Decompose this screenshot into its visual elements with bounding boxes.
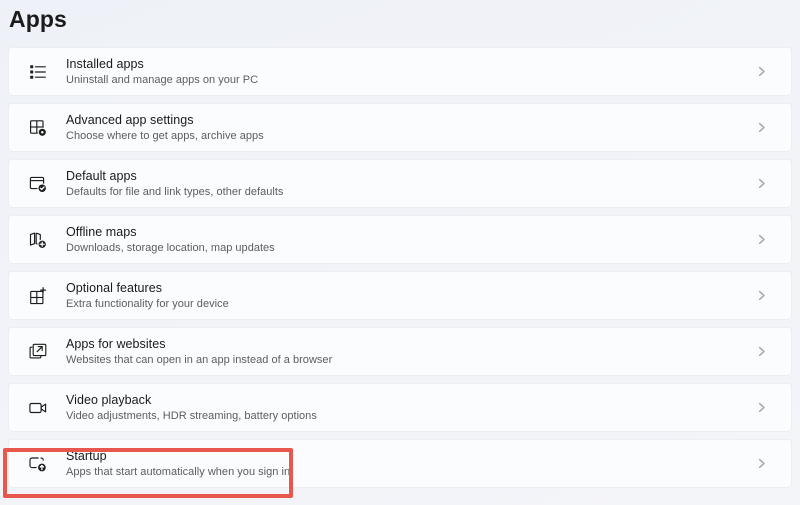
settings-card-list: Installed apps Uninstall and manage apps… — [8, 47, 792, 495]
settings-row-subtitle: Extra functionality for your device — [66, 297, 229, 310]
chevron-right-icon[interactable] — [748, 395, 774, 421]
settings-row-text: Default apps Defaults for file and link … — [66, 169, 748, 199]
settings-row-title: Startup — [66, 448, 107, 463]
settings-row-subtitle: Video adjustments, HDR streaming, batter… — [66, 409, 317, 422]
apps-for-websites-icon — [23, 337, 53, 367]
settings-row-text: Startup Apps that start automatically wh… — [66, 449, 748, 479]
settings-row-title: Advanced app settings — [66, 112, 194, 127]
settings-row-startup[interactable]: Startup Apps that start automatically wh… — [8, 439, 792, 488]
page-title: Apps — [9, 6, 67, 32]
settings-row-video-playback[interactable]: Video playback Video adjustments, HDR st… — [8, 383, 792, 432]
chevron-right-icon[interactable] — [748, 115, 774, 141]
settings-row-title: Offline maps — [66, 224, 137, 239]
settings-row-text: Apps for websites Websites that can open… — [66, 337, 748, 367]
settings-row-subtitle: Choose where to get apps, archive apps — [66, 129, 264, 142]
offline-maps-icon — [23, 225, 53, 255]
video-playback-icon — [23, 393, 53, 423]
chevron-right-icon[interactable] — [748, 59, 774, 85]
chevron-right-icon[interactable] — [748, 171, 774, 197]
settings-row-installed-apps[interactable]: Installed apps Uninstall and manage apps… — [8, 47, 792, 96]
chevron-right-icon[interactable] — [748, 227, 774, 253]
startup-icon — [23, 449, 53, 479]
settings-row-subtitle: Defaults for file and link types, other … — [66, 185, 284, 198]
settings-row-text: Advanced app settings Choose where to ge… — [66, 113, 748, 143]
settings-row-title: Optional features — [66, 280, 163, 295]
settings-row-subtitle: Downloads, storage location, map updates — [66, 241, 275, 254]
settings-row-offline-maps[interactable]: Offline maps Downloads, storage location… — [8, 215, 792, 264]
settings-row-advanced-app-settings[interactable]: Advanced app settings Choose where to ge… — [8, 103, 792, 152]
settings-row-text: Installed apps Uninstall and manage apps… — [66, 57, 748, 87]
settings-row-apps-for-websites[interactable]: Apps for websites Websites that can open… — [8, 327, 792, 376]
settings-row-title: Installed apps — [66, 56, 144, 71]
settings-row-subtitle: Uninstall and manage apps on your PC — [66, 73, 259, 86]
settings-row-subtitle: Websites that can open in an app instead… — [66, 353, 333, 366]
settings-row-default-apps[interactable]: Default apps Defaults for file and link … — [8, 159, 792, 208]
settings-row-text: Offline maps Downloads, storage location… — [66, 225, 748, 255]
settings-row-optional-features[interactable]: Optional features Extra functionality fo… — [8, 271, 792, 320]
chevron-right-icon[interactable] — [748, 283, 774, 309]
optional-features-icon — [23, 281, 53, 311]
chevron-right-icon[interactable] — [748, 451, 774, 477]
settings-row-subtitle: Apps that start automatically when you s… — [66, 465, 291, 478]
settings-row-text: Optional features Extra functionality fo… — [66, 281, 748, 311]
settings-row-title: Video playback — [66, 392, 152, 407]
default-apps-icon — [23, 169, 53, 199]
settings-row-title: Apps for websites — [66, 336, 166, 351]
settings-apps-page: Apps Installed apps Uninstall and manage… — [0, 0, 800, 505]
installed-apps-icon — [23, 57, 53, 87]
chevron-right-icon[interactable] — [748, 339, 774, 365]
advanced-app-settings-icon — [23, 113, 53, 143]
settings-row-title: Default apps — [66, 168, 137, 183]
settings-row-text: Video playback Video adjustments, HDR st… — [66, 393, 748, 423]
